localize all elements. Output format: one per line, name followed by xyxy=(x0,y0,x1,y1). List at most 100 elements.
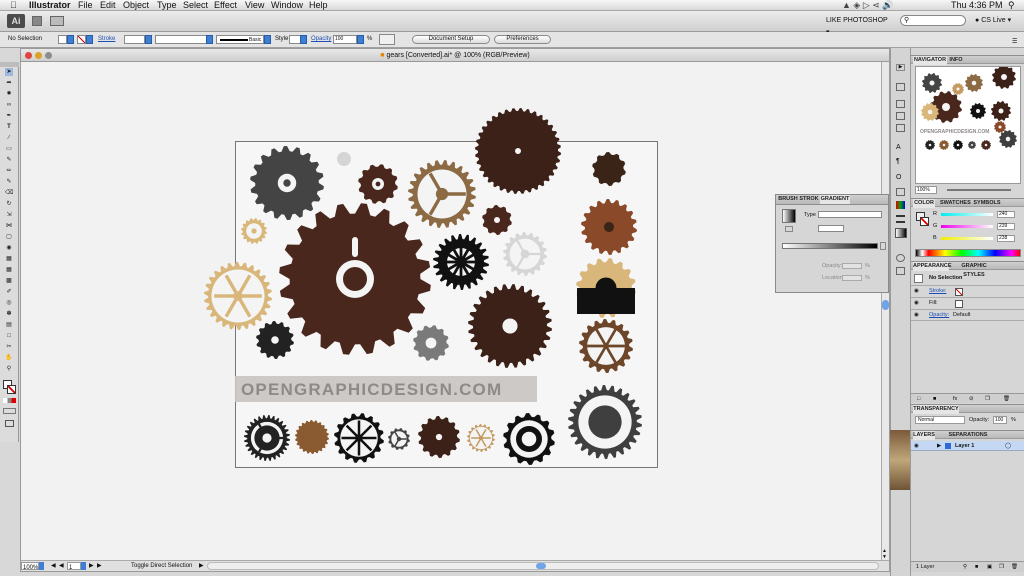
fill-dropdown[interactable] xyxy=(67,35,74,44)
apple-icon[interactable]:  xyxy=(10,0,17,11)
appearance-row-opacity[interactable]: ◉ Opacity: Default xyxy=(911,309,1024,321)
first-artboard-button[interactable]: ◀ xyxy=(51,561,56,571)
draw-mode-icons[interactable] xyxy=(3,408,16,414)
navigator-gear-10[interactable] xyxy=(939,140,949,150)
pencil-tool-icon[interactable]: ✏ xyxy=(5,167,13,175)
column-graph-tool-icon[interactable]: ▤ xyxy=(5,321,13,329)
gear-center-large[interactable] xyxy=(279,203,431,355)
opacity-label[interactable]: Opacity xyxy=(311,32,331,46)
layer-target-icon[interactable]: ◯ xyxy=(1005,442,1011,450)
locate-object-icon[interactable]: ⚲ xyxy=(963,563,967,571)
stroke-dropdown[interactable] xyxy=(86,35,93,44)
links-dock-icon[interactable] xyxy=(896,112,905,120)
menu-select[interactable]: Select xyxy=(183,0,208,11)
panel-menu-icon[interactable]: ☰ xyxy=(1012,35,1020,45)
gear-3d-2[interactable] xyxy=(581,199,637,255)
tab-graphic-styles[interactable]: GRAPHIC STYLES xyxy=(951,262,997,278)
menu-view[interactable]: View xyxy=(245,0,264,11)
layer-name[interactable]: Layer 1 xyxy=(955,442,974,450)
search-help-input[interactable]: ⚲ xyxy=(900,15,966,26)
gradient-slider[interactable] xyxy=(782,243,878,249)
menu-window[interactable]: Window xyxy=(271,0,303,11)
variable-width-field[interactable] xyxy=(155,35,208,44)
brush-dropdown[interactable] xyxy=(264,35,271,44)
navigator-preview[interactable]: OPENGRAPHICDESIGN.COM xyxy=(915,66,1021,184)
mesh-tool-icon[interactable]: ▦ xyxy=(5,266,13,274)
navigator-gear-3[interactable] xyxy=(992,67,1016,89)
make-clipping-mask-icon[interactable]: ■ xyxy=(975,563,978,571)
color-b-slider[interactable] xyxy=(941,237,993,240)
gradient-type-select[interactable] xyxy=(818,211,882,218)
tab-color[interactable]: COLOR xyxy=(913,199,935,208)
blend-mode-select[interactable]: Normal xyxy=(915,416,965,424)
direct-selection-tool-icon[interactable]: ➦ xyxy=(5,79,13,87)
navigator-zoom-slider[interactable] xyxy=(947,189,1011,191)
gradient-opacity-field[interactable] xyxy=(842,263,862,269)
line-tool-icon[interactable]: ∕ xyxy=(5,134,13,142)
gear-tan-wheel[interactable] xyxy=(408,160,476,228)
navigator-gear-11[interactable] xyxy=(953,140,963,150)
gear-black-mid[interactable] xyxy=(433,234,489,290)
symbol-sprayer-tool-icon[interactable]: ✽ xyxy=(5,310,13,318)
free-transform-tool-icon[interactable]: ▢ xyxy=(5,233,13,241)
add-fill-icon[interactable]: ■ xyxy=(933,395,936,403)
tab-brushes[interactable]: BRUSH xyxy=(778,195,798,204)
duplicate-item-icon[interactable]: ❐ xyxy=(985,395,990,403)
lasso-tool-icon[interactable]: ∞ xyxy=(5,101,13,109)
color-dock-icon[interactable] xyxy=(896,201,905,209)
color-stroke-box[interactable] xyxy=(920,217,929,226)
layers-dock-icon[interactable] xyxy=(896,83,905,91)
gradient-location-field[interactable] xyxy=(842,275,862,281)
gear-bottom-1[interactable] xyxy=(244,415,290,461)
delete-item-icon[interactable]: 🗑 xyxy=(1003,395,1010,403)
gear-tan-tiny[interactable] xyxy=(241,218,267,244)
clear-appearance-icon[interactable]: ⊘ xyxy=(969,395,974,403)
add-stroke-icon[interactable]: □ xyxy=(917,395,920,403)
stroke-weight-field[interactable] xyxy=(124,35,145,44)
appearance-row-stroke[interactable]: ◉ Stroke: xyxy=(911,285,1024,297)
navigator-gear-6[interactable] xyxy=(991,101,1011,121)
align-dock-icon[interactable] xyxy=(896,124,905,132)
type-tool-icon[interactable]: T xyxy=(5,123,13,131)
menu-edit[interactable]: Edit xyxy=(100,0,116,11)
variable-width-dropdown[interactable] xyxy=(206,35,213,44)
document-setup-button[interactable]: Document Setup xyxy=(412,35,490,44)
color-spectrum[interactable] xyxy=(915,249,1021,257)
slice-tool-icon[interactable]: ✂ xyxy=(5,343,13,351)
last-artboard-button[interactable]: ▶ xyxy=(97,561,102,571)
fill-swatch[interactable] xyxy=(58,35,67,44)
appearance-row-fill[interactable]: ◉ Fill: xyxy=(911,297,1024,309)
gear-tan-spoked[interactable] xyxy=(204,262,272,330)
appearance-stroke-swatch[interactable] xyxy=(955,288,963,296)
status-menu-arrow[interactable]: ▶ xyxy=(199,561,204,571)
delete-layer-icon[interactable]: 🗑 xyxy=(1011,563,1018,571)
artwork[interactable]: OPENGRAPHICDESIGN.COM xyxy=(21,49,889,560)
tab-gradient[interactable]: GRADIENT xyxy=(820,195,850,204)
gear-light-gray[interactable] xyxy=(503,232,547,276)
navigator-gear-12[interactable] xyxy=(968,141,976,149)
navigator-gear-7[interactable] xyxy=(921,103,939,121)
transparency-opacity-field[interactable]: 100 xyxy=(993,416,1007,424)
navigator-zoom-field[interactable]: 100% xyxy=(915,186,937,194)
stroke-weight-dropdown[interactable] xyxy=(145,35,152,44)
zoom-dropdown[interactable] xyxy=(39,562,44,570)
horizontal-scroll-thumb[interactable] xyxy=(536,563,546,569)
gear-bottom-5[interactable] xyxy=(418,416,460,458)
selection-tool-icon[interactable]: ➤ xyxy=(5,68,13,76)
tab-info[interactable]: INFO xyxy=(948,56,964,65)
artboard-tool-icon[interactable]: □ xyxy=(5,332,13,340)
shape-builder-tool-icon[interactable]: ◉ xyxy=(5,244,13,252)
gear-bottom-8[interactable] xyxy=(568,385,642,459)
rectangle-tool-icon[interactable]: ▭ xyxy=(5,145,13,153)
spotlight-icon[interactable]: ⚲ xyxy=(1008,0,1015,11)
style-dropdown[interactable] xyxy=(300,35,307,44)
vertical-scroll-thumb[interactable] xyxy=(882,300,889,310)
color-g-field[interactable]: 239 xyxy=(997,223,1015,230)
layer-row[interactable]: ◉ ▶ Layer 1 ◯ xyxy=(911,441,1024,451)
next-artboard-button[interactable]: ▶ xyxy=(89,561,94,571)
navigator-gear-1[interactable] xyxy=(952,83,964,95)
vertical-scrollbar[interactable]: ▲ ▼ xyxy=(881,62,889,560)
gradient-swatch[interactable] xyxy=(782,209,796,223)
artboards-dock-icon[interactable] xyxy=(896,100,905,108)
symbols-dock-icon[interactable] xyxy=(896,267,905,275)
